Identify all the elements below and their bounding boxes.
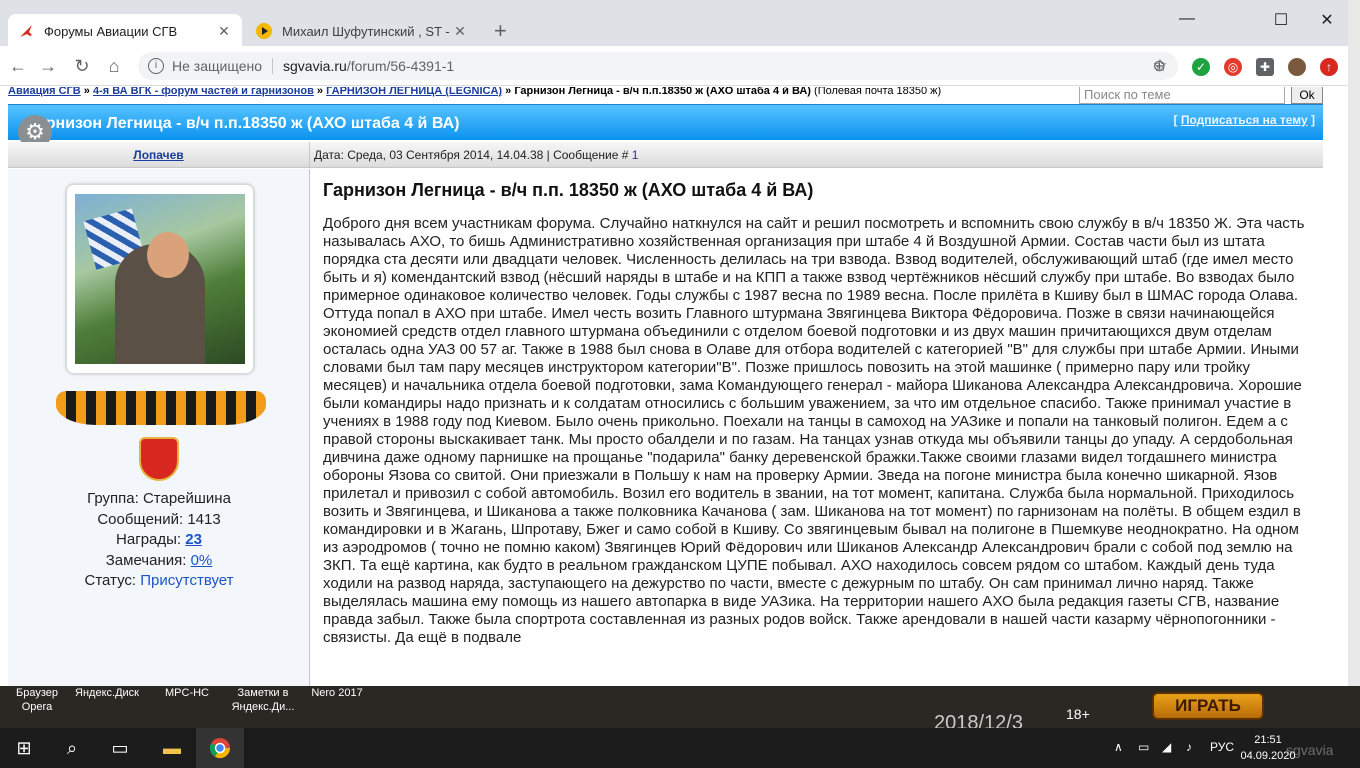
post-body: Гарнизон Легница - в/ч п.п. 18350 ж (АХО…	[323, 181, 1313, 647]
awards-link[interactable]: 23	[185, 531, 202, 548]
browser-window: Форумы Авиации СГВ ✕ Михаил Шуфутинский …	[0, 0, 1348, 686]
remarks-row: Замечания: 0%	[8, 551, 310, 572]
subscribe-bracket-close: ]	[1311, 113, 1315, 127]
post-header: Лопачев Дата: Среда, 03 Сентября 2014, 1…	[8, 142, 1323, 168]
back-arrow-icon[interactable]: ←	[6, 54, 30, 78]
plane-favicon-icon	[20, 25, 32, 37]
update-icon[interactable]: ↑	[1320, 58, 1338, 76]
tray-chevron-icon[interactable]: ∧	[1114, 740, 1123, 754]
breadcrumb-link[interactable]: Авиация СГВ	[8, 87, 81, 97]
forum-page: Авиация СГВ » 4-я ВА ВГК - форум частей …	[0, 87, 1348, 686]
author-cell: Лопачев	[8, 142, 310, 168]
post-title: Гарнизон Легница - в/ч п.п. 18350 ж (АХО…	[323, 180, 814, 200]
forward-arrow-icon[interactable]: →	[36, 54, 60, 78]
post-date: Дата: Среда, 03 Сентября 2014, 14.04.38 …	[314, 148, 638, 162]
desktop-icon-notes[interactable]: Заметки в Яндекс.Ди...	[228, 686, 298, 714]
status-value: Присутствует	[140, 572, 234, 589]
desktop-icon-nero[interactable]: Nero 2017	[302, 686, 372, 700]
file-explorer-icon[interactable]: ▬	[148, 728, 196, 768]
subscribe-link[interactable]: Подписаться на тему	[1181, 113, 1308, 127]
breadcrumb-separator: »	[316, 87, 324, 97]
address-bar[interactable]: i Не защищено sgvavia.ru /forum/56-4391-…	[138, 52, 1178, 80]
battery-icon[interactable]: ▭	[1138, 740, 1149, 754]
new-tab-button[interactable]: +	[494, 20, 507, 42]
tab-music[interactable]: Михаил Шуфутинский , ST - Сча ✕	[246, 14, 478, 48]
topic-header: Гарнизон Легница - в/ч п.п.18350 ж (АХО …	[8, 104, 1323, 140]
target-extension-icon[interactable]: ◎	[1224, 58, 1242, 76]
shield-emblem-icon	[139, 437, 179, 481]
post-number-link[interactable]: 1	[632, 148, 639, 162]
play-favicon-icon	[256, 23, 272, 39]
network-icon[interactable]: ◢	[1162, 740, 1171, 754]
puzzle-extension-icon[interactable]: ✚	[1256, 58, 1274, 76]
check-extension-icon[interactable]: ✓	[1192, 58, 1210, 76]
tab-close-icon[interactable]: ✕	[452, 23, 468, 40]
breadcrumb-note: (Полевая почта 18350 ж)	[814, 87, 942, 97]
desktop-edge	[1348, 0, 1360, 686]
play-game-button[interactable]: ИГРАТЬ	[1152, 692, 1264, 720]
url-path: /forum/56-4391-1	[346, 58, 455, 74]
status-label: Статус:	[84, 572, 137, 589]
topic-search-input[interactable]: Поиск по теме	[1079, 87, 1285, 104]
awards-row: Награды: 23	[8, 530, 310, 551]
post-text: Доброго дня всем участникам форума. Случ…	[323, 215, 1305, 646]
remarks-label: Замечания:	[105, 551, 187, 569]
home-icon[interactable]: ⌂	[102, 54, 126, 78]
watermark: sgvavia	[1286, 742, 1334, 758]
info-icon[interactable]: i	[148, 58, 164, 74]
messages-label: Сообщений: 1413	[97, 510, 221, 528]
security-label: Не защищено	[172, 58, 262, 74]
tab-strip: Форумы Авиации СГВ ✕ Михаил Шуфутинский …	[0, 0, 1348, 48]
profile-avatar-icon[interactable]	[1288, 58, 1306, 76]
volume-icon[interactable]: ♪	[1186, 740, 1192, 754]
breadcrumb: Авиация СГВ » 4-я ВА ВГК - форум частей …	[8, 87, 941, 97]
tab-forum[interactable]: Форумы Авиации СГВ ✕	[8, 14, 242, 48]
avatar-frame	[66, 184, 254, 374]
close-window-button[interactable]: ✕	[1304, 10, 1348, 30]
breadcrumb-separator: »	[83, 87, 90, 97]
browser-toolbar: ← → ↻ ⌂ i Не защищено sgvavia.ru /forum/…	[0, 46, 1348, 86]
st-george-ribbon-icon	[56, 391, 266, 425]
desktop-icon-yandex-disk[interactable]: Яндекс.Диск	[72, 686, 142, 700]
minimize-button[interactable]: —	[1164, 10, 1210, 28]
avatar	[75, 194, 245, 364]
desktop-icon-opera[interactable]: Браузер Opera	[2, 686, 72, 714]
remarks-link[interactable]: 0%	[191, 552, 213, 569]
language-indicator[interactable]: РУС	[1210, 740, 1234, 754]
group-label: Группа: Старейшина	[87, 490, 231, 507]
status-row: Статус: Присутствует	[8, 571, 310, 592]
breadcrumb-link[interactable]: 4-я ВА ВГК - форум частей и гарнизонов	[93, 87, 314, 97]
author-sidebar: Группа: Старейшина Сообщений: 1413 Награ…	[8, 169, 310, 686]
breadcrumb-link[interactable]: ГАРНИЗОН ЛЕГНИЦА (LEGNICA)	[326, 87, 502, 97]
age-badge: 18+	[1066, 706, 1090, 722]
author-link[interactable]: Лопачев	[133, 148, 183, 162]
subscribe-wrapper: [ Подписаться на тему ]	[1173, 113, 1315, 127]
breadcrumb-current: Гарнизон Легница - в/ч п.п.18350 ж (АХО …	[514, 87, 811, 97]
taskbar: ⊞ ⌕ ▭ ▬ ∧ ▭ ◢ ♪ РУС 21:51 04.09.2020	[0, 728, 1360, 768]
breadcrumb-separator: »	[505, 87, 512, 97]
maximize-button[interactable]: ☐	[1258, 10, 1304, 30]
task-view-icon[interactable]: ▭	[96, 728, 144, 768]
chrome-taskbar-icon[interactable]	[196, 728, 244, 768]
tab-close-icon[interactable]: ✕	[216, 23, 232, 40]
search-ok-button[interactable]: Ok	[1291, 87, 1323, 104]
windows-start-icon[interactable]: ⊞	[0, 728, 48, 768]
author-stats: Группа: Старейшина Сообщений: 1413 Награ…	[8, 489, 310, 592]
bookmark-star-icon[interactable]: ☆	[1148, 54, 1172, 78]
tab-title: Форумы Авиации СГВ	[44, 23, 178, 39]
topic-title: Гарнизон Легница - в/ч п.п.18350 ж (АХО …	[28, 115, 460, 132]
address-separator	[272, 58, 273, 74]
desktop-icon-mpc[interactable]: MPC-HC	[152, 686, 222, 700]
head-image	[147, 232, 189, 278]
tab-title: Михаил Шуфутинский , ST - Сча	[282, 23, 452, 39]
url-host: sgvavia.ru	[283, 58, 347, 74]
reload-icon[interactable]: ↻	[70, 54, 94, 78]
awards-label: Награды:	[116, 531, 182, 548]
post-date-text: Дата: Среда, 03 Сентября 2014, 14.04.38 …	[314, 148, 629, 162]
subscribe-bracket-open: [	[1173, 113, 1178, 127]
search-icon[interactable]: ⌕	[48, 728, 96, 768]
chrome-logo-icon	[209, 738, 231, 759]
